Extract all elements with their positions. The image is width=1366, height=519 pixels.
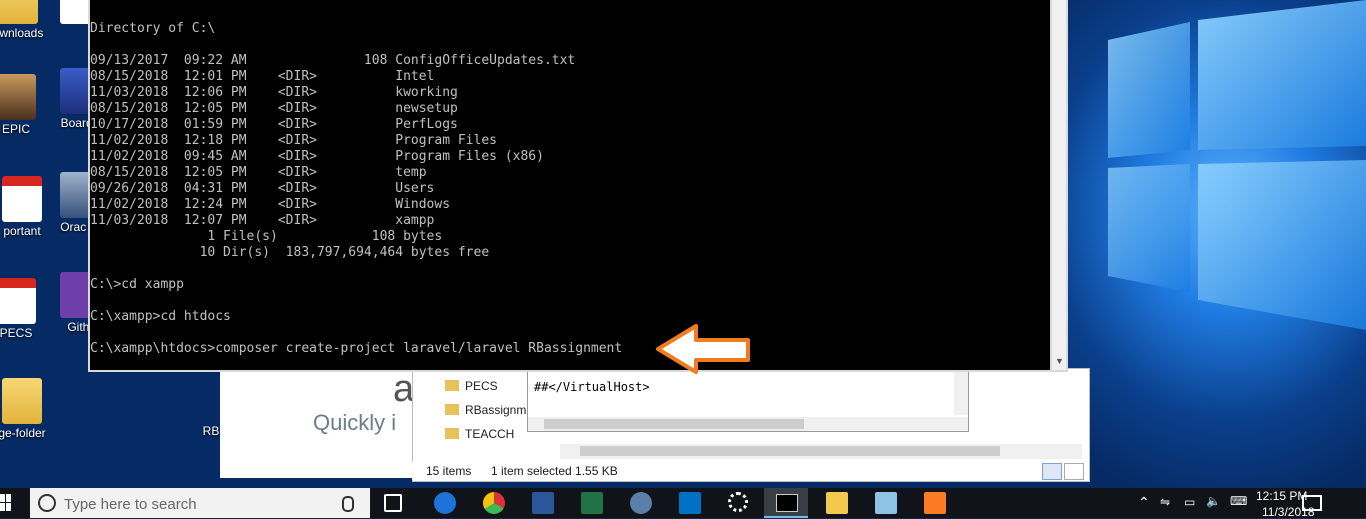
cmd-icon [776,494,798,512]
folder-icon [0,0,38,24]
vertical-scrollbar[interactable] [954,371,968,415]
start-button[interactable] [0,494,12,512]
volume-icon[interactable]: 🔈 [1206,494,1221,508]
details-view-button[interactable] [1042,463,1062,480]
terminal-line: C:\xampp>cd htdocs [90,309,231,324]
outlook-icon[interactable] [679,492,701,514]
background-subtitle: Quickly i [313,410,397,435]
windows-logo-wallpaper [1108,0,1366,330]
image-icon [0,74,36,120]
terminal-line: C:\xampp\htdocs>composer create-project … [90,341,623,356]
taskbar-cmd-active[interactable] [764,488,808,518]
word-icon[interactable] [532,492,554,514]
terminal-line: 11/03/2018 12:07 PM <DIR> xampp [90,213,435,228]
large-icons-view-button[interactable] [1064,463,1084,480]
scrollbar-thumb[interactable] [580,446,1000,456]
terminal-output[interactable]: Volume Serial Number is 5097-8B75 Directo… [90,0,1050,370]
editor-text[interactable]: ##</VirtualHost> [534,380,650,394]
folder-icon [445,428,459,439]
microphone-icon[interactable] [342,496,354,512]
horizontal-scrollbar[interactable] [528,417,968,431]
text-editor-window: ##</VirtualHost> [527,370,969,432]
list-item[interactable]: TEACCH [445,427,514,441]
terminal-line: 11/02/2018 12:18 PM <DIR> Program Files [90,133,497,148]
terminal-line: 10/17/2018 01:59 PM <DIR> PerfLogs [90,117,458,132]
command-prompt-window: Volume Serial Number is 5097-8B75 Directo… [88,0,1068,374]
chevron-up-icon[interactable]: ⌃ [1138,494,1150,511]
terminal-line: 11/03/2018 12:06 PM <DIR> kworking [90,85,458,100]
terminal-scrollbar[interactable]: ▼ [1052,0,1066,370]
folder-icon [445,404,459,415]
terminal-line: 11/02/2018 12:24 PM <DIR> Windows [90,197,451,212]
terminal-line: 09/26/2018 04:31 PM <DIR> Users [90,181,435,196]
file-explorer-icon[interactable] [826,492,848,514]
list-item-label: PECS [465,379,498,393]
network-icon[interactable]: ⇋ [1160,495,1170,509]
desktop: ownloads EPIC portant PECS ge-folder Zo … [0,0,1366,488]
terminal-line: 09/13/2017 09:22 AM 108 ConfigOfficeUpda… [90,53,576,68]
status-selection: 1 item selected 1.55 KB [491,464,618,478]
folder-icon [2,378,42,424]
xampp-icon[interactable] [924,492,946,514]
hyperv-icon[interactable] [630,492,652,514]
pdf-icon [0,278,36,324]
terminal-line: Directory of C:\ [90,21,216,36]
desktop-icon-folder[interactable]: ge-folder [0,378,58,440]
terminal-line: 08/15/2018 12:05 PM <DIR> newsetup [90,101,458,116]
action-center-icon[interactable] [1302,495,1322,511]
list-item-label: RBassignme [465,403,534,417]
scrollbar-thumb[interactable] [544,419,804,429]
list-item[interactable]: PECS [445,379,498,393]
terminal-line: Volume Serial Number is 5097-8B75 [90,0,348,5]
notepad-icon[interactable] [875,492,897,514]
terminal-line: C:\>cd xampp [90,277,184,292]
list-item[interactable]: RBassignme [445,403,533,417]
background-heading: a [393,368,415,410]
orange-arrow-annotation [656,324,750,374]
scroll-down-arrow-icon[interactable]: ▼ [1055,356,1064,366]
horizontal-scrollbar[interactable] [560,444,1082,459]
clock-time[interactable]: 12:15 PM [1256,489,1307,503]
chrome-icon[interactable] [483,492,505,514]
terminal-line: 08/15/2018 12:01 PM <DIR> Intel [90,69,435,84]
keyboard-icon[interactable]: ⌨ [1230,494,1247,508]
search-icon [38,494,56,512]
terminal-line: 10 Dir(s) 183,797,694,464 bytes free [90,245,490,260]
excel-icon[interactable] [581,492,603,514]
settings-icon[interactable] [728,492,748,512]
desktop-icon-label: ge-folder [0,426,46,440]
edge-icon[interactable] [434,492,456,514]
terminal-line: 08/15/2018 12:05 PM <DIR> temp [90,165,427,180]
taskbar-search-box[interactable]: Type here to search [30,488,370,518]
list-item-label: TEACCH [465,427,515,441]
taskbar: Type here to search ⌃ ⇋ ▭ 🔈 ⌨ 12:15 PM 1… [0,488,1366,519]
search-placeholder: Type here to search [64,496,197,513]
pdf-icon [2,176,42,222]
folder-icon [445,380,459,391]
status-bar: 15 items 1 item selected 1.55 KB [412,462,1088,480]
terminal-line: 11/02/2018 09:45 AM <DIR> Program Files … [90,149,544,164]
terminal-line: 1 File(s) 108 bytes [90,229,443,244]
status-item-count: 15 items [426,464,472,478]
task-view-icon[interactable] [384,494,402,512]
battery-icon[interactable]: ▭ [1184,495,1195,509]
